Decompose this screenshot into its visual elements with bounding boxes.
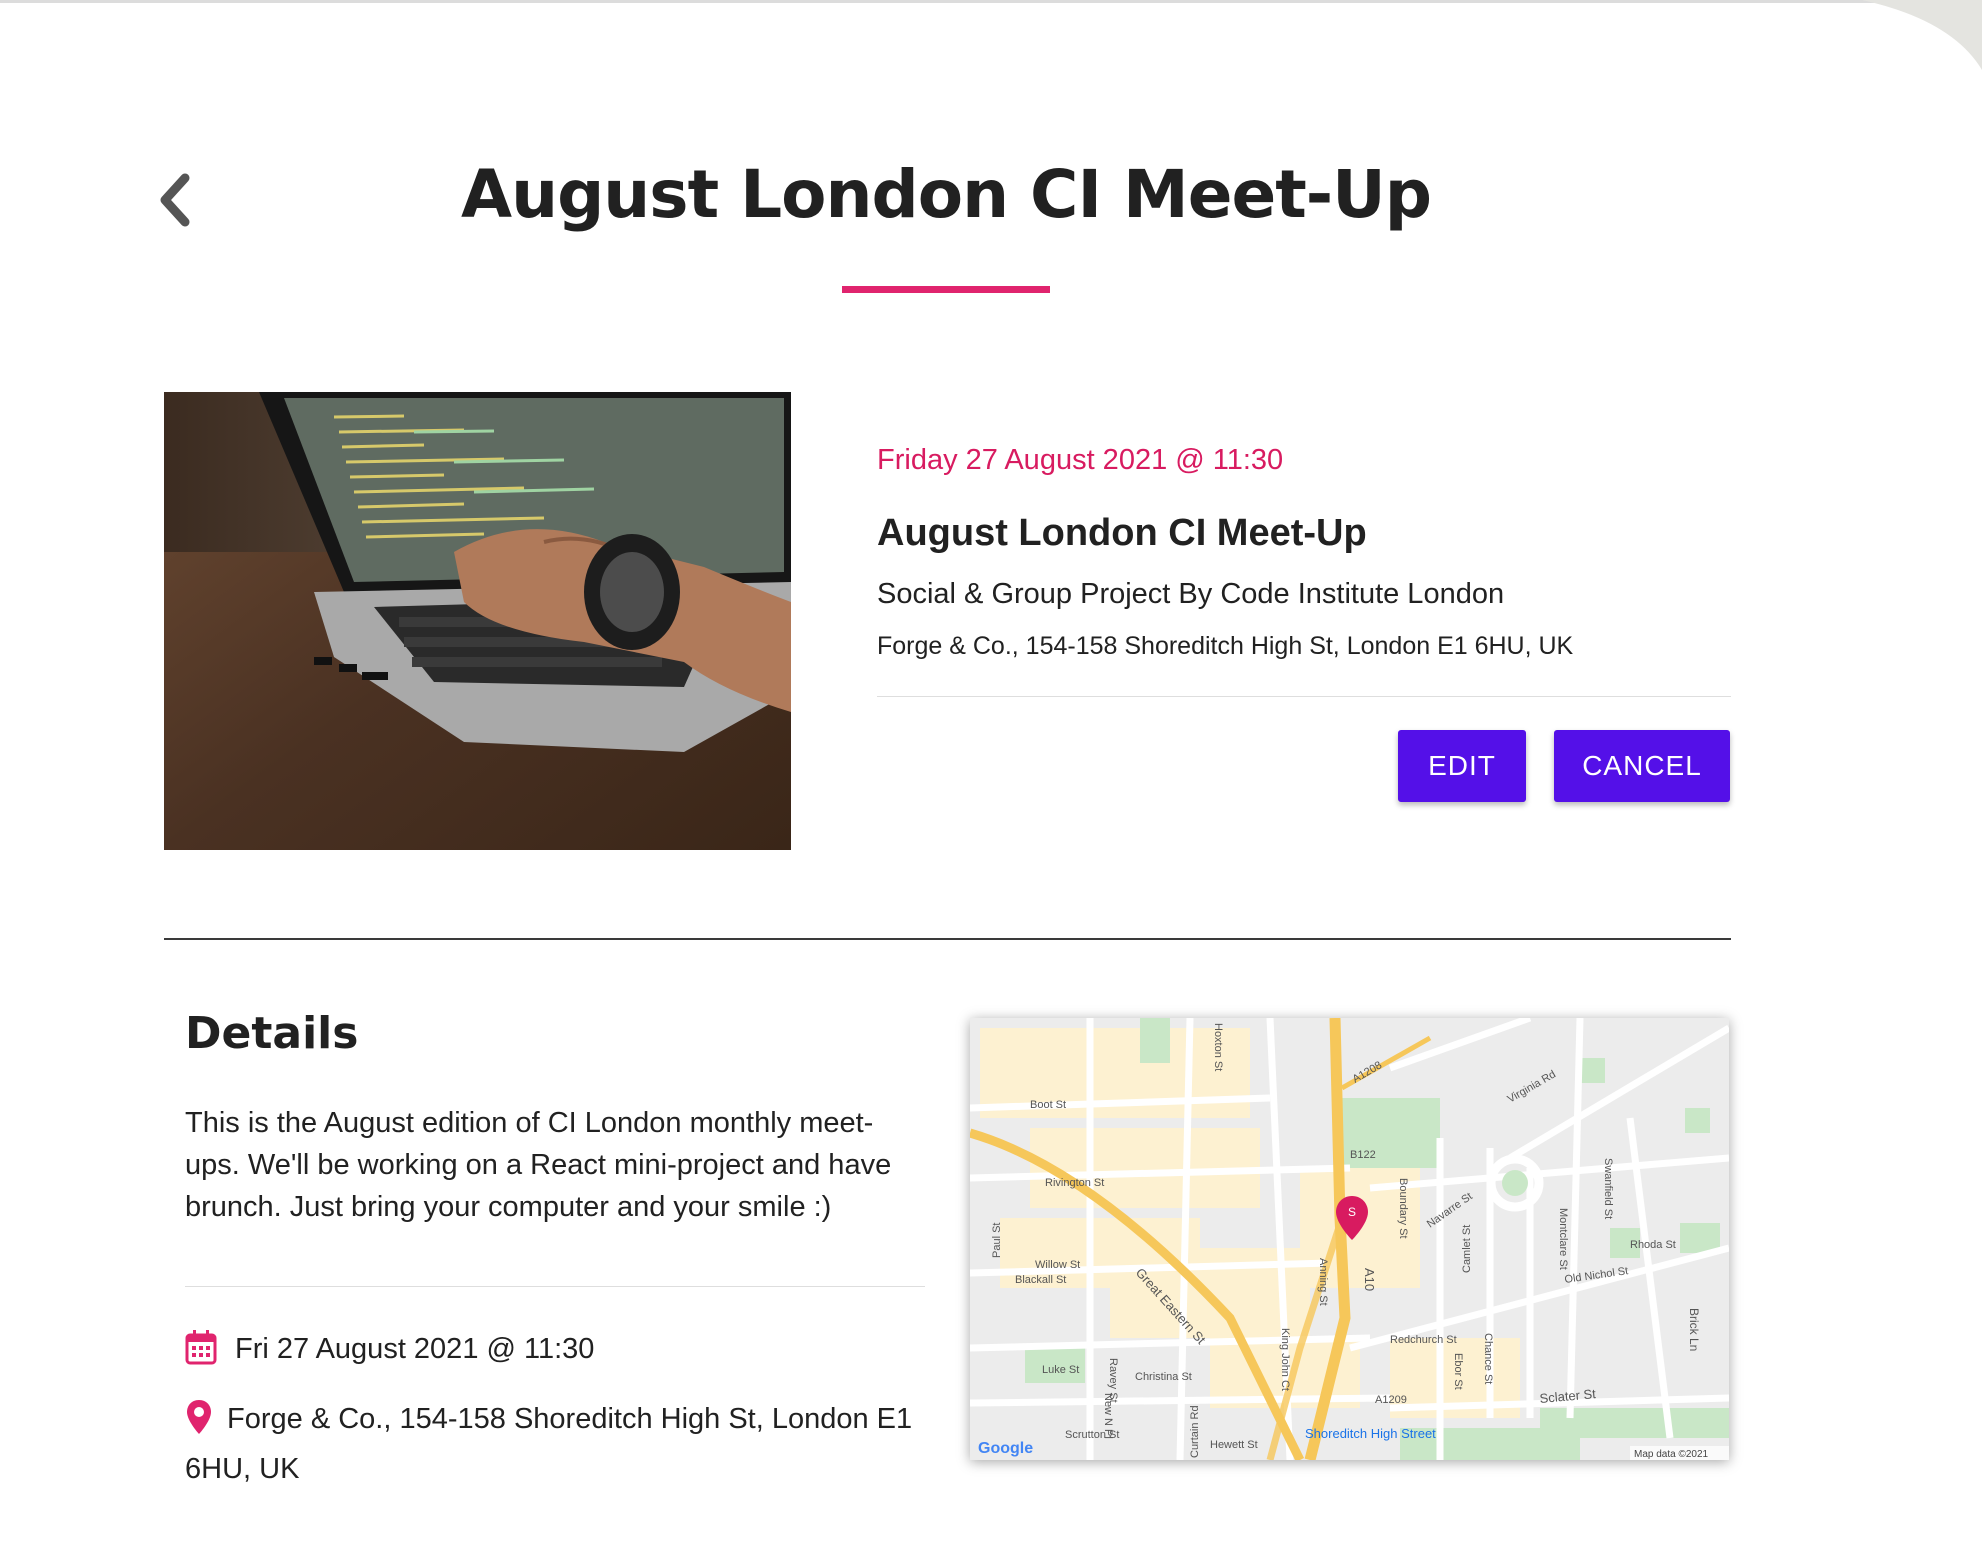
info-divider (877, 696, 1731, 697)
map-label-chance-st: Chance St (1482, 1333, 1494, 1384)
detail-date-text: Fri 27 August 2021 @ 11:30 (235, 1333, 595, 1365)
map-attribution: Map data ©2021 (1634, 1449, 1709, 1460)
map-label-hoxton-st: Hoxton St (1212, 1023, 1224, 1071)
calendar-icon (185, 1328, 217, 1378)
edit-button[interactable]: EDIT (1398, 730, 1526, 802)
google-logo: Google (978, 1440, 1033, 1457)
map-label-curtain-rd: Curtain Rd (1189, 1405, 1201, 1458)
map-label-brick-ln: Brick Ln (1687, 1308, 1701, 1351)
map-label-b122: B122 (1350, 1149, 1376, 1161)
map-pin-label: S (1348, 1205, 1356, 1219)
map-label-boundary-st: Boundary St (1397, 1178, 1409, 1239)
section-divider (164, 938, 1731, 940)
map-label-luke-st: Luke St (1042, 1364, 1079, 1376)
map-label-ebor-st: Ebor St (1452, 1353, 1464, 1390)
event-date: Friday 27 August 2021 @ 11:30 (877, 444, 1284, 476)
page-title: August London CI Meet-Up (461, 156, 1432, 233)
location-map[interactable]: Boot St Rivington St Paul St Willow St B… (970, 1018, 1729, 1460)
title-underline (842, 286, 1050, 293)
detail-location-text: Forge & Co., 154-158 Shoreditch High St,… (185, 1403, 913, 1485)
map-label-hewett-st: Hewett St (1210, 1439, 1258, 1451)
chevron-left-icon (160, 173, 190, 227)
detail-date-row: Fri 27 August 2021 @ 11:30 (185, 1328, 925, 1378)
map-label-rhoda-st: Rhoda St (1630, 1239, 1676, 1251)
cancel-button[interactable]: CANCEL (1554, 730, 1730, 802)
details-description: This is the August edition of CI London … (185, 1107, 892, 1223)
details-divider (185, 1286, 925, 1287)
map-label-willow-st: Willow St (1035, 1259, 1080, 1271)
map-label-montclare-st: Montclare St (1557, 1208, 1569, 1270)
event-address: Forge & Co., 154-158 Shoreditch High St,… (877, 632, 1574, 660)
map-station-label: Shoreditch High Street (1305, 1426, 1436, 1441)
map-label-redchurch-st: Redchurch St (1390, 1334, 1457, 1346)
map-pin-icon (185, 1398, 213, 1448)
map-label-new-n-pl: New N Pl (1102, 1393, 1114, 1439)
top-border (0, 0, 1982, 3)
map-label-a1209: A1209 (1375, 1394, 1407, 1406)
event-image (164, 392, 791, 850)
map-label-king-john-ct: King John Ct (1279, 1328, 1291, 1391)
event-group: Social & Group Project By Code Institute… (877, 578, 1505, 610)
map-label-camlet-st: Camlet St (1461, 1225, 1473, 1273)
map-label-anning-st: Anning St (1317, 1258, 1329, 1306)
map-label-christina-st: Christina St (1135, 1371, 1192, 1383)
map-label-paul-st: Paul St (991, 1223, 1003, 1258)
event-name: August London CI Meet-Up (877, 512, 1367, 554)
map-label-swanfield-st: Swanfield St (1602, 1158, 1614, 1219)
back-button[interactable] (150, 170, 200, 230)
map-label-blackall-st: Blackall St (1015, 1274, 1066, 1286)
details-heading: Details (185, 1008, 359, 1059)
map-label-a10: A10 (1362, 1268, 1377, 1291)
map-label-boot-st: Boot St (1030, 1099, 1066, 1111)
map-label-rivington-st: Rivington St (1045, 1177, 1104, 1189)
corner-decoration (1862, 0, 1982, 70)
detail-location-row: Forge & Co., 154-158 Shoreditch High St,… (185, 1398, 925, 1490)
